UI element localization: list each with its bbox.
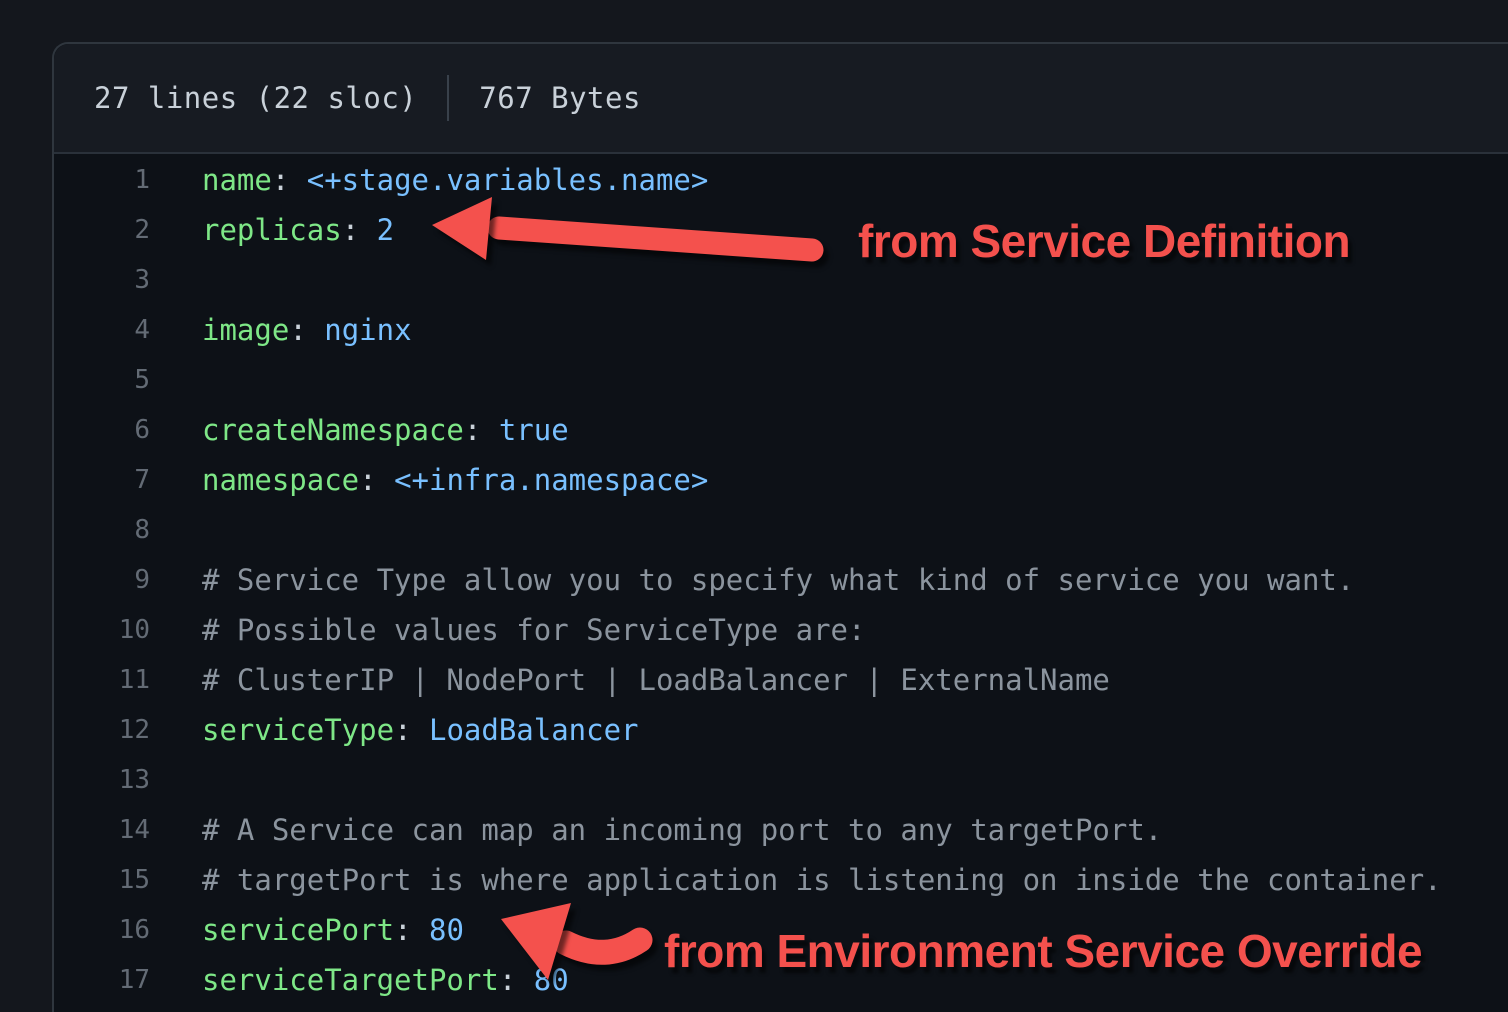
code-text: # Possible values for ServiceType are: — [150, 613, 865, 647]
code-text: image: nginx — [150, 313, 412, 347]
code-text: serviceTargetPort: 80 — [150, 963, 569, 997]
file-header: 27 lines (22 sloc) 767 Bytes — [54, 44, 1508, 154]
code-line: 11# ClusterIP | NodePort | LoadBalancer … — [54, 655, 1508, 705]
code-line: 4image: nginx — [54, 305, 1508, 355]
code-text: name: <+stage.variables.name> — [150, 163, 708, 197]
line-number: 1 — [54, 165, 150, 195]
code-line: 1name: <+stage.variables.name> — [54, 155, 1508, 205]
line-number: 7 — [54, 465, 150, 495]
line-number: 8 — [54, 515, 150, 545]
header-divider — [447, 75, 449, 121]
code-text: servicePort: 80 — [150, 913, 464, 947]
line-number: 11 — [54, 665, 150, 695]
line-number: 15 — [54, 865, 150, 895]
line-number: 14 — [54, 815, 150, 845]
code-line: 7namespace: <+infra.namespace> — [54, 455, 1508, 505]
code-text: namespace: <+infra.namespace> — [150, 463, 708, 497]
file-size-info: 767 Bytes — [479, 81, 641, 115]
code-area: 1name: <+stage.variables.name>2replicas:… — [54, 154, 1508, 1005]
line-number: 16 — [54, 915, 150, 945]
file-viewer-panel: 27 lines (22 sloc) 767 Bytes 1name: <+st… — [52, 42, 1508, 1012]
annotation-environment-override: from Environment Service Override — [664, 928, 1422, 974]
code-line: 12serviceType: LoadBalancer — [54, 705, 1508, 755]
line-number: 13 — [54, 765, 150, 795]
code-text: # A Service can map an incoming port to … — [150, 813, 1162, 847]
code-line: 8 — [54, 505, 1508, 555]
line-number: 5 — [54, 365, 150, 395]
line-number: 2 — [54, 215, 150, 245]
line-number: 10 — [54, 615, 150, 645]
code-text: replicas: 2 — [150, 213, 394, 247]
code-line: 14# A Service can map an incoming port t… — [54, 805, 1508, 855]
code-text: # targetPort is where application is lis… — [150, 863, 1442, 897]
line-number: 9 — [54, 565, 150, 595]
code-text: createNamespace: true — [150, 413, 569, 447]
code-line: 13 — [54, 755, 1508, 805]
line-number: 12 — [54, 715, 150, 745]
code-line: 5 — [54, 355, 1508, 405]
line-number: 17 — [54, 965, 150, 995]
line-number: 3 — [54, 265, 150, 295]
code-text: serviceType: LoadBalancer — [150, 713, 639, 747]
line-number: 4 — [54, 315, 150, 345]
file-lines-info: 27 lines (22 sloc) — [94, 81, 417, 115]
code-line: 6createNamespace: true — [54, 405, 1508, 455]
annotation-service-definition: from Service Definition — [858, 218, 1350, 264]
code-text: # Service Type allow you to specify what… — [150, 563, 1354, 597]
code-line: 10# Possible values for ServiceType are: — [54, 605, 1508, 655]
code-line: 15# targetPort is where application is l… — [54, 855, 1508, 905]
code-text: # ClusterIP | NodePort | LoadBalancer | … — [150, 663, 1110, 697]
line-number: 6 — [54, 415, 150, 445]
code-line: 9# Service Type allow you to specify wha… — [54, 555, 1508, 605]
